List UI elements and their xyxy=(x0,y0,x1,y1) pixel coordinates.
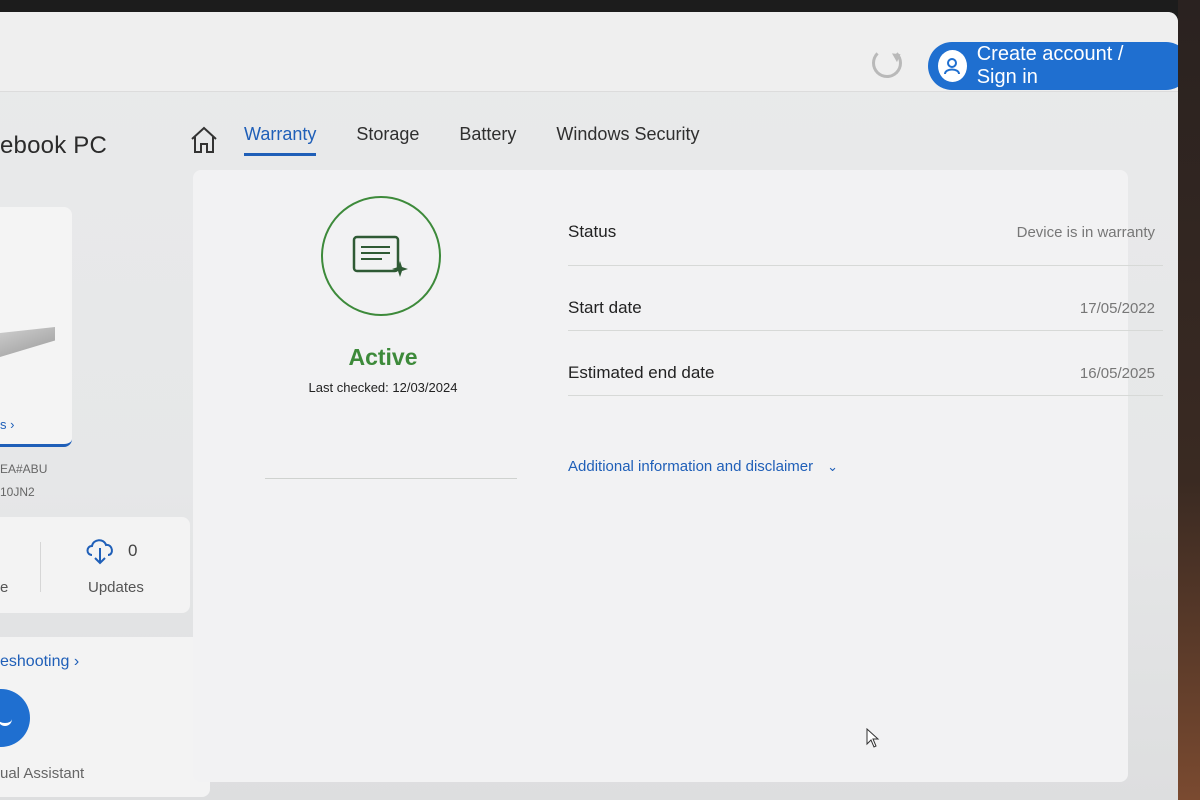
table-row: Start date 17/05/2022 xyxy=(568,266,1163,331)
device-card: s › xyxy=(0,207,72,447)
row-label: Status xyxy=(568,222,617,241)
truncated-label: e xyxy=(0,579,9,596)
virtual-assistant-label[interactable]: ual Assistant xyxy=(0,765,84,782)
chevron-down-icon: ⌄ xyxy=(827,458,839,474)
additional-info-label: Additional information and disclaimer xyxy=(568,458,814,475)
troubleshooting-link[interactable]: eshooting › xyxy=(0,653,79,671)
app-window: Create account / Sign in ⌄ ebook PC Warr… xyxy=(0,12,1178,800)
updates-label[interactable]: Updates xyxy=(88,579,144,596)
tab-warranty[interactable]: Warranty xyxy=(244,124,317,156)
tab-battery[interactable]: Battery xyxy=(459,124,516,156)
tab-storage[interactable]: Storage xyxy=(356,124,419,156)
cloud-download-icon[interactable] xyxy=(82,531,118,567)
home-icon[interactable] xyxy=(188,124,220,156)
refresh-icon[interactable] xyxy=(872,48,902,78)
row-value: 17/05/2022 xyxy=(1079,300,1155,317)
updates-count: 0 xyxy=(128,541,138,560)
divider xyxy=(265,478,517,479)
warranty-icon xyxy=(321,196,441,316)
serial-number: 10JN2 xyxy=(0,485,35,499)
laptop-image xyxy=(0,327,55,357)
warranty-state: Active xyxy=(348,344,418,370)
product-number: EA#ABU xyxy=(0,462,48,476)
virtual-assistant-icon[interactable] xyxy=(0,689,30,747)
card-divider xyxy=(40,542,41,592)
tab-windows-security[interactable]: Windows Security xyxy=(556,124,699,156)
warranty-details: Status Device is in warranty Start date … xyxy=(568,222,1163,396)
top-bar: Create account / Sign in ⌄ xyxy=(0,12,1178,92)
signin-label: Create account / Sign in xyxy=(976,43,1124,88)
table-row: Status Device is in warranty xyxy=(568,222,1163,266)
monitor-bezel xyxy=(1178,0,1200,800)
updates-card: e 0 Updates xyxy=(0,517,190,613)
row-value: Device is in warranty xyxy=(1016,224,1155,241)
product-title: ebook PC xyxy=(0,132,107,159)
device-details-link[interactable]: s › xyxy=(0,417,14,432)
row-value: 16/05/2025 xyxy=(1079,365,1155,382)
row-label: Start date xyxy=(568,298,642,317)
mouse-cursor-icon xyxy=(866,728,880,748)
table-row: Estimated end date 16/05/2025 xyxy=(568,331,1163,396)
last-checked: Last checked: 12/03/2024 xyxy=(308,380,458,395)
warranty-panel: Active Last checked: 12/03/2024 Status D… xyxy=(193,170,1163,782)
tab-bar: Warranty Storage Battery Windows Securit… xyxy=(244,124,739,156)
signin-button[interactable]: Create account / Sign in ⌄ xyxy=(928,42,1178,90)
user-icon xyxy=(938,50,967,82)
troubleshooting-card: eshooting › ual Assistant xyxy=(0,637,210,797)
row-label: Estimated end date xyxy=(568,363,715,382)
additional-info-toggle[interactable]: Additional information and disclaimer ⌄ xyxy=(568,458,838,475)
